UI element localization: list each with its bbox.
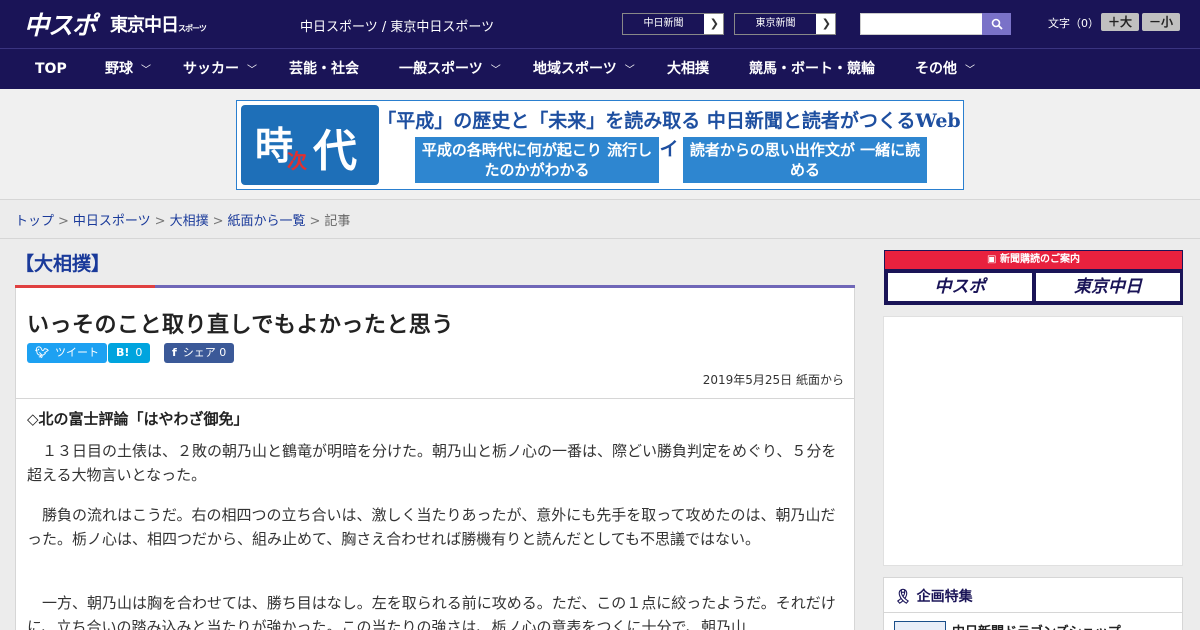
banner-char-tsugi: 次 xyxy=(287,149,307,173)
nav-label: サッカー xyxy=(183,61,239,77)
font-smaller-button[interactable]: －小 xyxy=(1142,13,1180,31)
chevron-down-icon: ﹀ xyxy=(965,65,975,76)
banner-char-dai: 代 xyxy=(313,126,357,177)
site-links[interactable]: 中日スポーツ / 東京中日スポーツ xyxy=(300,16,494,35)
nav-label: TOP xyxy=(35,61,67,77)
article-card: いっそのこと取り直しでもよかったと思う 🐦︎ ツイート B! 0 f シェア 0 20… xyxy=(15,288,855,630)
breadcrumb-separator: > xyxy=(58,214,69,229)
article-date: 2019年5月25日 紙面から xyxy=(702,373,844,387)
nav-label: 芸能・社会 xyxy=(289,61,359,77)
search-input[interactable] xyxy=(860,13,983,35)
nav-label: 一般スポーツ xyxy=(399,61,483,77)
article-paragraph: 勝負の流れはこうだ。右の相四つの立ち合いは、激しく当たりあったが、意外にも先手を… xyxy=(27,506,836,548)
subscription-header: ▣ 新聞購読のご案内 xyxy=(885,251,1182,269)
sidebar-ad-slot xyxy=(883,316,1183,566)
feature-divider xyxy=(884,612,1182,613)
dragons-shop-thumbnail[interactable] xyxy=(894,621,946,630)
hatena-count: 0 xyxy=(135,346,143,359)
category-heading: 【大相撲】 xyxy=(15,253,111,275)
tokyo-chunichi-logo[interactable]: 東京中日スポーツ xyxy=(110,11,207,37)
chevron-down-icon: ﹀ xyxy=(624,65,635,76)
feature-title-text: 企画特集 xyxy=(916,589,973,605)
ribbon-icon: 🎗︎ xyxy=(894,589,917,605)
subscription-header-text: 新聞購読のご案内 xyxy=(999,254,1080,265)
nav-label: 地域スポーツ xyxy=(533,61,617,77)
nav-label: 競馬・ボート・競輪 xyxy=(749,61,875,77)
search-icon xyxy=(991,18,1003,30)
article-divider xyxy=(16,398,854,399)
banner-area: 時 次 代 「平成」の歴史と「未来」を読み取る 中日新聞と読者がつくるWebサイ… xyxy=(0,89,1200,200)
hatena-icon: B! xyxy=(116,346,130,359)
chuspo-logo[interactable]: 中スポ xyxy=(24,6,97,42)
breadcrumb-print-list[interactable]: 紙面から一覧 xyxy=(228,214,306,229)
breadcrumb: トップ > 中日スポーツ > 大相撲 > 紙面から一覧 > 記事 xyxy=(15,210,350,229)
feature-title: 🎗︎ 企画特集 xyxy=(894,586,973,606)
breadcrumb-separator: > xyxy=(154,214,166,229)
nav-item-top[interactable]: TOP xyxy=(35,49,67,90)
newspaper-icon: ▣ xyxy=(987,254,1000,265)
font-size-label: 文字（0） xyxy=(1048,17,1099,30)
chunichi-shimbun-button[interactable]: 中日新聞 ❯ xyxy=(622,13,724,35)
breadcrumb-top[interactable]: トップ xyxy=(15,214,54,229)
heisei-banner-ad[interactable]: 時 次 代 「平成」の歴史と「未来」を読み取る 中日新聞と読者がつくるWebサイ… xyxy=(236,100,964,190)
chevron-down-icon: ﹀ xyxy=(141,65,151,76)
subscribe-tokyo-chunichi-button[interactable]: 東京中日 xyxy=(1036,273,1180,301)
chevron-right-icon: ❯ xyxy=(821,17,831,30)
facebook-label: シェア 0 xyxy=(182,346,227,359)
nav-item-general-sports[interactable]: 一般スポーツ ﹀ xyxy=(399,49,501,90)
breadcrumb-chuspo[interactable]: 中日スポーツ xyxy=(73,214,151,229)
article-subtitle: ◇北の富士評論「はやわざ御免」 xyxy=(27,410,249,428)
breadcrumb-current: 記事 xyxy=(324,214,351,229)
tokyo-shimbun-button[interactable]: 東京新聞 ❯ xyxy=(734,13,836,35)
nav-label: その他 xyxy=(915,61,957,77)
banner-headline: 「平成」の歴史と「未来」を読み取る 中日新聞と読者がつくるWebサイト xyxy=(377,110,961,160)
tokyo-logo-small: スポーツ xyxy=(178,24,207,33)
feature-item-link[interactable]: 中日新聞ドラゴンズショップ xyxy=(952,621,1121,630)
subscribe-chuspo-button[interactable]: 中スポ xyxy=(888,273,1032,301)
facebook-share-button[interactable]: f シェア 0 xyxy=(164,343,235,363)
article-paragraph: 一方、朝乃山は胸を合わせては、勝ち目はなし。左を取られる前に攻める。ただ、この１… xyxy=(27,594,836,630)
nav-item-local-sports[interactable]: 地域スポーツ ﹀ xyxy=(533,49,635,90)
chevron-down-icon: ﹀ xyxy=(247,65,257,76)
font-larger-button[interactable]: ＋大 xyxy=(1101,13,1139,31)
hatena-bookmark-button[interactable]: B! 0 xyxy=(108,343,151,363)
nav-item-soccer[interactable]: サッカー ﹀ xyxy=(183,49,257,90)
breadcrumb-separator: > xyxy=(309,214,321,229)
chunichi-shimbun-label: 中日新聞 xyxy=(623,14,704,34)
banner-logo-block: 時 次 代 xyxy=(241,105,379,185)
tokyo-shimbun-label: 東京新聞 xyxy=(735,14,816,34)
breadcrumb-separator: > xyxy=(212,214,224,229)
facebook-icon: f xyxy=(172,346,177,359)
nav-item-racing[interactable]: 競馬・ボート・競輪 xyxy=(749,49,875,90)
nav-label: 大相撲 xyxy=(667,61,709,77)
nav-item-entertainment[interactable]: 芸能・社会 xyxy=(289,49,359,90)
subscription-banner[interactable]: ▣ 新聞購読のご案内 中スポ 東京中日 xyxy=(884,250,1183,305)
tokyo-logo-text: 東京中日 xyxy=(110,15,179,36)
article-paragraph: １３日目の土俵は、２敗の朝乃山と鶴竜が明暗を分けた。朝乃山と栃ノ心の一番は、際ど… xyxy=(27,442,837,484)
feature-panel: 🎗︎ 企画特集 中日新聞ドラゴンズショップ xyxy=(883,577,1183,630)
nav-item-baseball[interactable]: 野球 ﹀ xyxy=(105,49,151,90)
nav-item-sumo[interactable]: 大相撲 xyxy=(667,49,709,90)
banner-box-right: 読者からの思い出作文が 一緒に読める xyxy=(683,137,927,183)
article-title: いっそのこと取り直しでもよかったと思う xyxy=(27,313,454,338)
main-nav: TOP 野球 ﹀ サッカー ﹀ 芸能・社会 一般スポーツ ﹀ 地域スポーツ ﹀ 大相撲 … xyxy=(0,48,1200,89)
twitter-icon: 🐦︎ xyxy=(35,346,49,359)
tweet-label: ツイート xyxy=(54,346,99,359)
site-header: 中スポ 東京中日スポーツ 中日スポーツ / 東京中日スポーツ 中日新聞 ❯ 東京… xyxy=(0,0,1200,48)
search-button[interactable] xyxy=(982,13,1011,35)
nav-item-other[interactable]: その他 ﹀ xyxy=(915,49,975,90)
chevron-down-icon: ﹀ xyxy=(490,65,501,76)
nav-label: 野球 xyxy=(105,61,133,77)
chevron-right-icon: ❯ xyxy=(709,17,719,30)
breadcrumb-divider xyxy=(0,238,1200,239)
tweet-button[interactable]: 🐦︎ ツイート xyxy=(27,343,107,363)
banner-box-left: 平成の各時代に何が起こり 流行したのかがわかる xyxy=(415,137,659,183)
breadcrumb-sumo[interactable]: 大相撲 xyxy=(170,214,209,229)
